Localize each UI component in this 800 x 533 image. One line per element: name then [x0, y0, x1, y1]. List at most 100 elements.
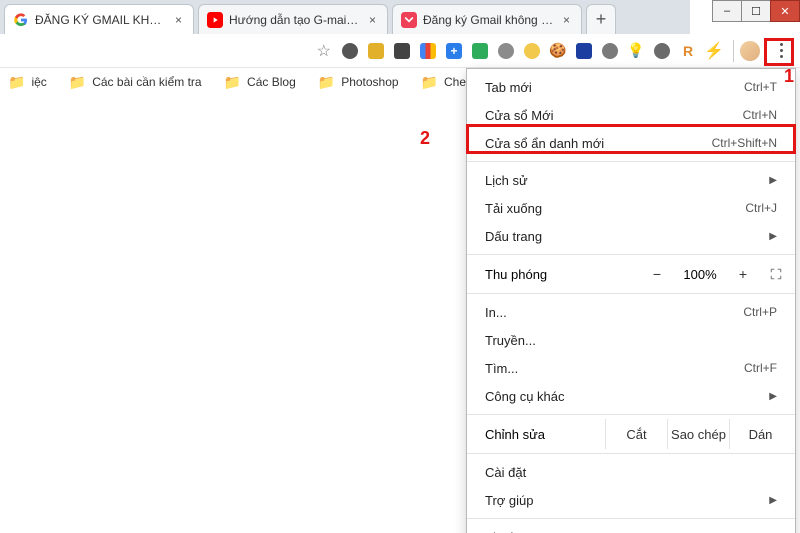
google-icon — [13, 12, 29, 28]
menu-cut[interactable]: Cắt — [605, 419, 667, 449]
bookmark-item-0[interactable]: 📁iệc — [8, 74, 47, 91]
ext-icon-11[interactable] — [601, 42, 619, 60]
menu-label: Tab mới — [485, 80, 744, 95]
ext-icon-3[interactable] — [393, 42, 411, 60]
browser-window: – ☐ ✕ ĐĂNG KÝ GMAIL KHÔNG C × Hướng dẫn … — [0, 0, 800, 533]
folder-icon: 📁 — [69, 74, 86, 91]
tab-1-title: Hướng dẫn tạo G-mail kh — [229, 13, 360, 27]
menu-shortcut: Ctrl+P — [743, 305, 777, 319]
pocket-icon — [401, 12, 417, 28]
menu-shortcut: Ctrl+J — [745, 201, 777, 215]
menu-shortcut: Ctrl+Shift+N — [712, 136, 777, 150]
menu-label: Cài đặt — [485, 465, 777, 480]
window-maximize-button[interactable]: ☐ — [741, 0, 771, 22]
tab-2-close[interactable]: × — [560, 13, 573, 27]
menu-edit-row: Chỉnh sửa Cắt Sao chép Dán — [467, 419, 795, 449]
menu-new-tab[interactable]: Tab mới Ctrl+T — [467, 73, 795, 101]
menu-history[interactable]: Lịch sử ▶ — [467, 166, 795, 194]
ext-icon-14[interactable]: R — [679, 42, 697, 60]
zoom-percentage: 100% — [675, 267, 725, 282]
menu-separator — [467, 161, 795, 162]
folder-icon: 📁 — [421, 74, 438, 91]
menu-copy[interactable]: Sao chép — [667, 419, 729, 449]
bookmark-item-3[interactable]: 📁 Photoshop — [318, 74, 399, 91]
menu-label: Thu phóng — [485, 267, 639, 282]
ext-icon-12[interactable]: 💡 — [627, 42, 645, 60]
menu-separator — [467, 414, 795, 415]
chrome-menu: Tab mới Ctrl+T Cửa sổ Mới Ctrl+N Cửa sổ … — [466, 68, 796, 533]
menu-label: Cửa sổ Mới — [485, 108, 743, 123]
menu-label: Truyền... — [485, 333, 777, 348]
chevron-right-icon: ▶ — [769, 231, 777, 242]
window-controls: – ☐ ✕ — [713, 0, 800, 28]
menu-exit[interactable]: Thoát — [467, 523, 795, 533]
tab-1[interactable]: Hướng dẫn tạo G-mail kh × — [198, 4, 388, 34]
ext-icon-10[interactable] — [575, 42, 593, 60]
menu-paste[interactable]: Dán — [729, 419, 791, 449]
menu-shortcut: Ctrl+N — [743, 108, 777, 122]
menu-separator — [467, 254, 795, 255]
bookmark-star-icon[interactable]: ☆ — [317, 41, 331, 61]
bookmark-label: Các bài cần kiểm tra — [92, 75, 201, 89]
ext-icon-6[interactable] — [471, 42, 489, 60]
bookmark-item-2[interactable]: 📁 Các Blog — [224, 74, 296, 91]
tab-1-close[interactable]: × — [366, 13, 379, 27]
ext-icon-4[interactable] — [419, 42, 437, 60]
menu-find[interactable]: Tìm... Ctrl+F — [467, 354, 795, 382]
menu-bookmarks[interactable]: Dấu trang ▶ — [467, 222, 795, 250]
tab-0-close[interactable]: × — [172, 13, 185, 27]
zoom-in-button[interactable]: + — [725, 266, 761, 282]
chevron-right-icon: ▶ — [769, 391, 777, 402]
menu-separator — [467, 453, 795, 454]
bookmark-item-1[interactable]: 📁 Các bài cần kiểm tra — [69, 74, 202, 91]
menu-label: Dấu trang — [485, 229, 769, 244]
ext-icon-15[interactable]: ⚡ — [705, 42, 723, 60]
tab-0-title: ĐĂNG KÝ GMAIL KHÔNG C — [35, 13, 166, 27]
menu-label: Tìm... — [485, 361, 744, 376]
zoom-out-button[interactable]: − — [639, 266, 675, 282]
folder-icon: 📁 — [224, 74, 241, 91]
menu-new-incognito[interactable]: Cửa sổ ẩn danh mới Ctrl+Shift+N — [467, 129, 795, 157]
menu-label: Lịch sử — [485, 173, 769, 188]
tab-0[interactable]: ĐĂNG KÝ GMAIL KHÔNG C × — [4, 4, 194, 34]
new-tab-button[interactable]: + — [586, 4, 616, 34]
menu-more-tools[interactable]: Công cụ khác ▶ — [467, 382, 795, 410]
chevron-right-icon: ▶ — [769, 175, 777, 186]
menu-label: Tải xuống — [485, 201, 745, 216]
bookmark-label: Photoshop — [341, 75, 398, 89]
tab-2-title: Đăng ký Gmail không cần — [423, 13, 554, 27]
ext-icon-7[interactable] — [497, 42, 515, 60]
window-close-button[interactable]: ✕ — [770, 0, 800, 22]
menu-downloads[interactable]: Tải xuống Ctrl+J — [467, 194, 795, 222]
folder-icon: 📁 — [8, 74, 25, 91]
menu-label: Chỉnh sửa — [485, 427, 605, 442]
ext-icon-9[interactable]: 🍪 — [549, 42, 567, 60]
chrome-menu-button[interactable] — [768, 38, 794, 64]
menu-label: Cửa sổ ẩn danh mới — [485, 136, 712, 151]
tab-2[interactable]: Đăng ký Gmail không cần × — [392, 4, 582, 34]
ext-icon-2[interactable] — [367, 42, 385, 60]
ext-icon-13[interactable] — [653, 42, 671, 60]
menu-new-window[interactable]: Cửa sổ Mới Ctrl+N — [467, 101, 795, 129]
ext-icon-5[interactable]: + — [445, 42, 463, 60]
profile-avatar[interactable] — [740, 41, 760, 61]
ext-icon-1[interactable] — [341, 42, 359, 60]
menu-cast[interactable]: Truyền... — [467, 326, 795, 354]
menu-shortcut: Ctrl+T — [744, 80, 777, 94]
chevron-right-icon: ▶ — [769, 495, 777, 506]
toolbar: ☆ + 🍪 💡 R ⚡ — [0, 34, 800, 68]
tab-strip: ĐĂNG KÝ GMAIL KHÔNG C × Hướng dẫn tạo G-… — [0, 0, 690, 34]
folder-icon: 📁 — [318, 74, 335, 91]
menu-separator — [467, 518, 795, 519]
bookmark-label: Các Blog — [247, 75, 296, 89]
menu-separator — [467, 293, 795, 294]
toolbar-divider — [733, 40, 734, 62]
menu-help[interactable]: Trợ giúp ▶ — [467, 486, 795, 514]
window-minimize-button[interactable]: – — [712, 0, 742, 22]
fullscreen-icon[interactable] — [761, 267, 791, 281]
menu-zoom-row: Thu phóng − 100% + — [467, 259, 795, 289]
ext-icon-8[interactable] — [523, 42, 541, 60]
menu-print[interactable]: In... Ctrl+P — [467, 298, 795, 326]
menu-settings[interactable]: Cài đặt — [467, 458, 795, 486]
menu-label: Thoát — [485, 530, 777, 533]
